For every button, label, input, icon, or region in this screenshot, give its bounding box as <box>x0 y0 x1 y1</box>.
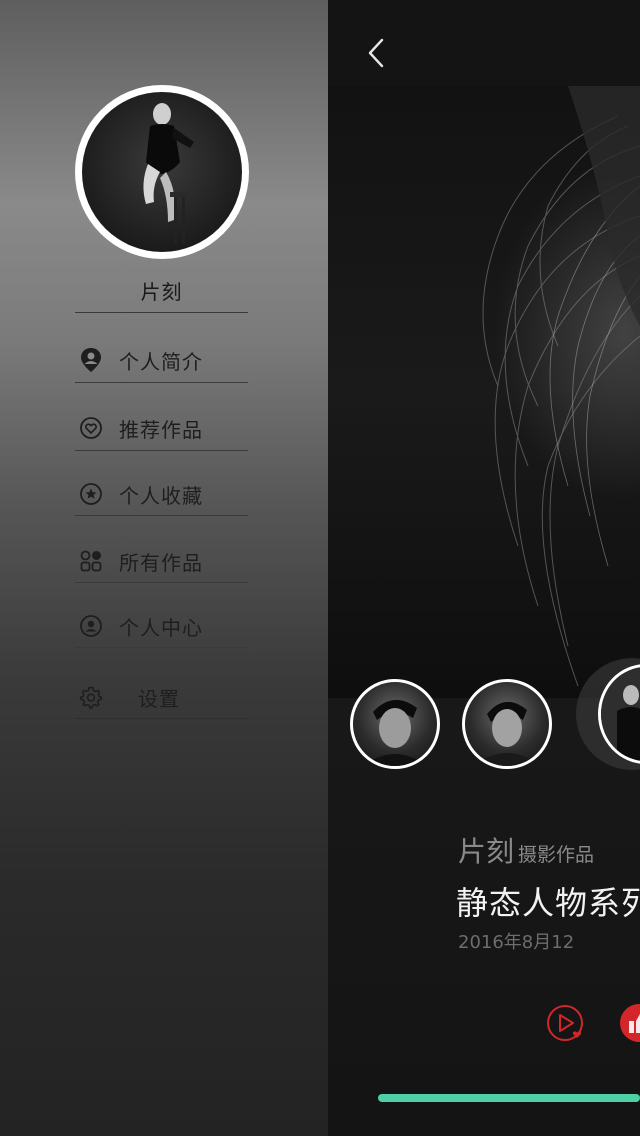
divider <box>75 382 248 383</box>
author-line: 片刻 摄影作品 <box>458 830 594 870</box>
thumbnail[interactable] <box>462 679 552 769</box>
menu-item-settings[interactable]: 设置 <box>75 673 248 721</box>
profile-pin-icon <box>77 346 105 374</box>
work-date: 2016年8月12 <box>458 932 575 953</box>
divider <box>75 312 248 313</box>
menu-item-favorites[interactable]: 个人收藏 <box>75 470 248 518</box>
divider <box>75 450 248 451</box>
like-button[interactable] <box>620 1004 640 1042</box>
menu-item-label: 设置 <box>138 686 180 711</box>
heart-circle-icon <box>77 414 105 442</box>
grid-icon <box>77 547 105 575</box>
menu-item-profile[interactable]: 个人简介 <box>75 336 248 384</box>
menu-item-label: 所有作品 <box>119 550 203 575</box>
avatar-photo <box>82 92 242 252</box>
divider <box>75 515 248 516</box>
menu-item-label: 个人简介 <box>119 349 203 374</box>
author-name: 片刻 <box>458 835 515 868</box>
menu-item-label: 个人收藏 <box>119 483 203 508</box>
hero-photo <box>328 86 640 698</box>
gear-icon <box>77 683 105 711</box>
menu-item-all-works[interactable]: 所有作品 <box>75 537 248 585</box>
chevron-left-icon <box>368 38 384 68</box>
play-button[interactable] <box>546 1004 584 1042</box>
thumbnail[interactable] <box>350 679 440 769</box>
divider <box>75 582 248 583</box>
menu-item-user-center[interactable]: 个人中心 <box>75 602 248 650</box>
work-detail-panel: 片刻 摄影作品 静态人物系列 2016年8月12 <box>328 0 640 1136</box>
divider <box>75 718 248 719</box>
divider <box>75 647 248 648</box>
profile-avatar[interactable] <box>75 85 249 259</box>
side-drawer: 片刻 个人简介 推荐作品 个人收藏 所有作品 个人中心 设置 <box>0 0 328 1136</box>
menu-item-recommended[interactable]: 推荐作品 <box>75 404 248 452</box>
menu-item-label: 个人中心 <box>119 615 203 640</box>
back-button[interactable] <box>362 36 392 70</box>
work-title: 静态人物系列 <box>456 884 640 922</box>
progress-bar <box>378 1094 640 1102</box>
author-suffix: 摄影作品 <box>518 844 595 866</box>
thumbs-up-icon <box>629 1014 640 1033</box>
play-heart-icon <box>547 1005 583 1041</box>
menu-item-label: 推荐作品 <box>119 417 203 442</box>
profile-name: 片刻 <box>140 280 183 304</box>
star-circle-icon <box>77 480 105 508</box>
user-circle-icon <box>77 612 105 640</box>
